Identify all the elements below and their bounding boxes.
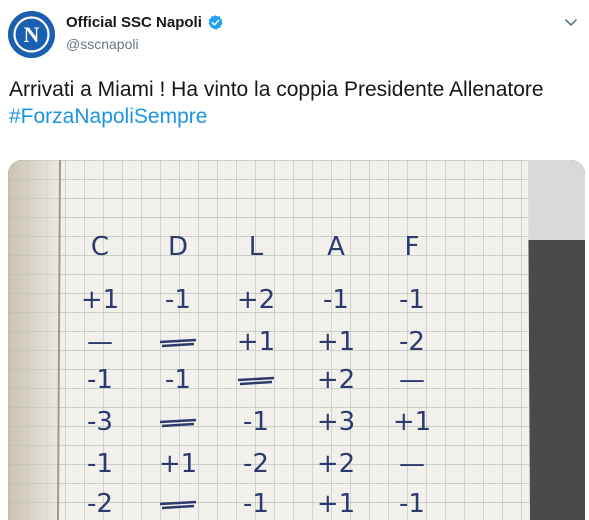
notebook-cell: — [399,449,425,479]
tweet-text: Arrivati a Miami ! Ha vinto la coppia Pr… [9,76,569,130]
tweet-media-photo[interactable]: C D L A F +1 -1 +2 -1 -1 — +1 +1 -2 -1 -1 +2 — -3 -1 +3 +1 -1 +… [8,160,585,520]
tweet-text-body: Arrivati a Miami ! Ha vinto la coppia Pr… [9,78,544,101]
notebook-cell: — [87,327,113,357]
notebook-photo: C D L A F +1 -1 +2 -1 -1 — +1 +1 -2 -1 -1 +2 — -3 -1 +3 +1 -1 +… [8,160,585,520]
notebook-cell: -1 [399,489,425,519]
tweet-card: N Official SSC Napoli @sscnapoli Arrivat… [0,0,589,520]
notebook-header: A [327,232,345,262]
verified-badge-icon [207,14,224,31]
notebook-cell: — [399,365,425,395]
avatar[interactable]: N [8,11,55,58]
handle: @sscnapoli [66,36,139,52]
notebook-cell: +2 [317,449,355,479]
notebook-cell: -3 [87,407,113,437]
notebook-cell: -2 [243,449,269,479]
notebook-cell: -2 [399,327,425,357]
notebook-cell: +1 [317,489,355,519]
notebook-cell: -1 [323,285,349,315]
notebook-header: L [249,232,264,262]
notebook-cell: +1 [81,285,119,315]
notebook-header: F [405,232,420,262]
notebook-cell: +1 [317,327,355,357]
hashtag-link[interactable]: #ForzaNapoliSempre [9,105,207,128]
display-name[interactable]: Official SSC Napoli [66,14,202,31]
notebook-cell: -1 [243,407,269,437]
notebook-header: D [168,232,188,262]
author-row: Official SSC Napoli [66,14,224,31]
notebook-cell: -1 [165,365,191,395]
notebook-cell: -2 [87,489,113,519]
notebook-cell: +1 [159,449,197,479]
napoli-logo-icon: N [8,11,55,58]
notebook-cell: +1 [393,407,431,437]
notebook-cell: -1 [87,449,113,479]
notebook-cell: -1 [243,489,269,519]
notebook-cell: +1 [237,327,275,357]
notebook-cell: +2 [237,285,275,315]
chevron-down-icon[interactable] [563,14,579,30]
notebook-cell: -1 [399,285,425,315]
notebook-cell: +2 [317,365,355,395]
notebook-cell: -1 [165,285,191,315]
notebook-cell: +3 [317,407,355,437]
svg-text:N: N [24,22,40,47]
notebook-cell: -1 [87,365,113,395]
notebook-header: C [91,232,109,262]
